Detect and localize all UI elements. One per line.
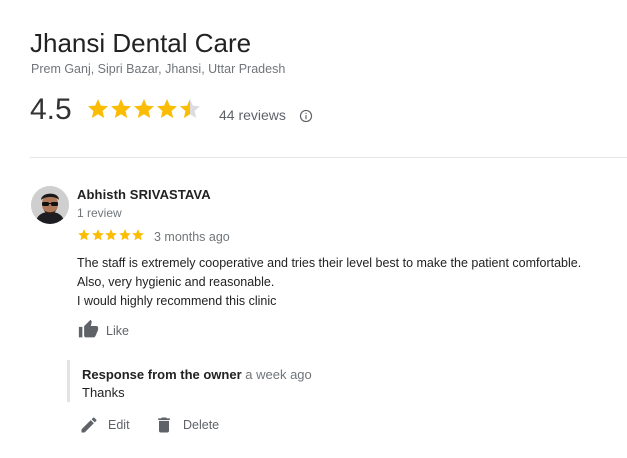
review-date: 3 months ago — [154, 230, 230, 244]
delete-button[interactable]: Delete — [154, 415, 219, 435]
review-text-line: The staff is extremely cooperative and t… — [77, 256, 582, 270]
star-icon — [78, 229, 90, 241]
trash-icon — [158, 417, 170, 433]
like-button[interactable]: Like — [78, 319, 129, 340]
star-icon — [157, 99, 177, 118]
star-icon — [132, 229, 144, 241]
owner-response-text: Thanks — [82, 385, 125, 400]
owner-response-header: Response from the owner a week ago — [82, 367, 312, 382]
review-text: The staff is extremely cooperative and t… — [77, 254, 617, 311]
thumb-up-icon — [78, 319, 99, 338]
owner-response-title: Response from the owner — [82, 367, 242, 382]
review-text-line: I would highly recommend this clinic — [77, 294, 277, 308]
business-address: Prem Ganj, Sipri Bazar, Jhansi, Uttar Pr… — [31, 62, 286, 76]
edit-label: Edit — [108, 418, 130, 432]
star-icon — [111, 99, 131, 118]
reviewer-name[interactable]: Abhisth SRIVASTAVA — [77, 187, 211, 202]
business-name: Jhansi Dental Care — [30, 28, 252, 58]
star-icon — [91, 229, 104, 241]
like-label: Like — [106, 323, 129, 338]
reviewer-review-count: 1 review — [77, 206, 122, 220]
section-divider — [30, 157, 627, 158]
pencil-icon — [81, 417, 97, 433]
delete-label: Delete — [183, 418, 220, 432]
star-icon — [118, 229, 131, 241]
reviewer-avatar[interactable] — [31, 186, 69, 224]
owner-response-bar — [67, 360, 70, 402]
star-icon — [88, 99, 108, 118]
info-icon[interactable] — [299, 109, 313, 123]
star-icon — [134, 99, 154, 118]
rating-value: 4.5 — [30, 93, 72, 126]
review-text-line: Also, very hygienic and reasonable. — [77, 275, 275, 289]
reviews-count-link[interactable]: 44 reviews — [219, 107, 286, 123]
review-stars — [77, 228, 145, 242]
star-icon — [180, 99, 200, 118]
edit-button[interactable]: Edit — [79, 415, 130, 435]
rating-stars — [86, 97, 201, 121]
star-icon — [105, 229, 117, 241]
owner-response-time: a week ago — [245, 367, 312, 382]
